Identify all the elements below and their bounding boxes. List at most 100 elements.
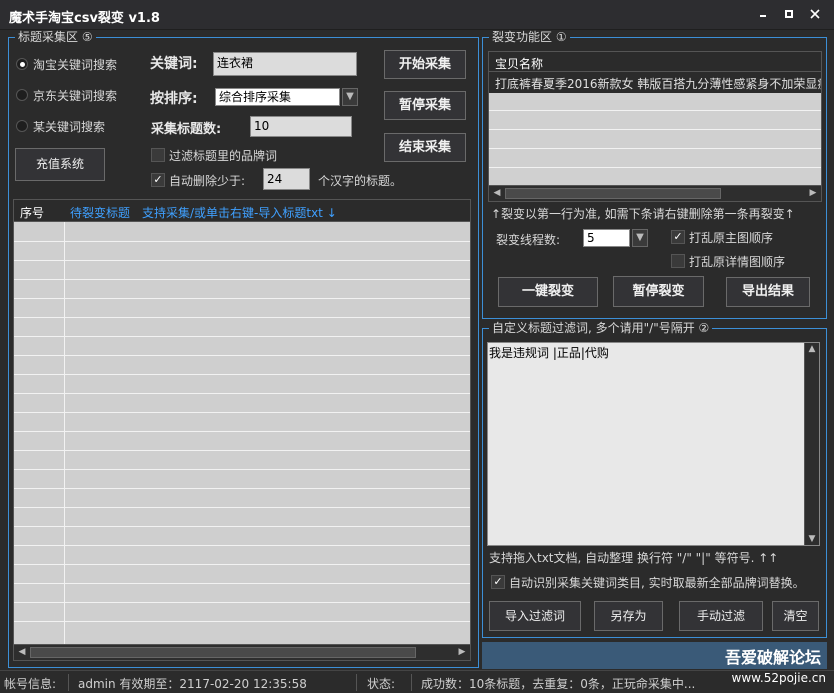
- stop-collect-button[interactable]: 结束采集: [384, 133, 466, 162]
- save-as-button[interactable]: 另存为: [594, 601, 663, 631]
- checkbox-label: 自动删除少于:: [169, 173, 246, 188]
- maximize-icon: [785, 10, 793, 18]
- watermark-main: 吾爱破解论坛: [724, 648, 821, 667]
- radio-label: 淘宝关键词搜索: [33, 57, 118, 72]
- table-row-separator: [14, 355, 470, 356]
- threads-dropdown-button[interactable]: ▼: [632, 229, 648, 247]
- checkbox-label: 过滤标题里的品牌词: [169, 148, 278, 163]
- radio-indicator: [16, 120, 28, 132]
- table-row-separator: [14, 526, 470, 527]
- table-row-separator: [14, 583, 470, 584]
- table-row-separator: [14, 279, 470, 280]
- pause-fission-button[interactable]: 暂停裂变: [613, 276, 704, 307]
- count-input[interactable]: 10: [250, 116, 352, 137]
- scroll-right-icon[interactable]: ▶: [806, 187, 820, 200]
- col-product-name-header: 宝贝名称: [495, 57, 544, 71]
- manual-filter-button[interactable]: 手动过滤: [679, 601, 763, 631]
- minimize-button[interactable]: [752, 5, 774, 25]
- keyword-label: 关键词:: [150, 56, 198, 72]
- table-row-separator: [14, 374, 470, 375]
- radio-label: 某关键词搜索: [33, 119, 106, 134]
- checkbox-box: [151, 148, 165, 162]
- vertical-scrollbar[interactable]: ▲ ▼: [804, 343, 819, 545]
- table-row[interactable]: 打底裤春夏季2016新款女 韩版百搭九分薄性感紧身不加荣显瘦: [489, 72, 821, 93]
- keyword-input[interactable]: 连衣裙: [213, 52, 357, 76]
- scroll-left-icon[interactable]: ◀: [490, 187, 504, 200]
- table-row-separator: [14, 393, 470, 394]
- checkbox-label: 自动识别采集关键词类目, 实时取最新全部品牌词替换。: [509, 575, 805, 590]
- col-title-header: 待裂变标题: [70, 206, 131, 220]
- sort-select[interactable]: 综合排序采集: [215, 88, 340, 106]
- maximize-button[interactable]: [778, 5, 800, 25]
- table-row-separator: [14, 602, 470, 603]
- auto-delete-input[interactable]: 24: [263, 168, 310, 190]
- filter-group-legend: 自定义标题过滤词, 多个请用"/"号隔开 ②: [489, 321, 713, 335]
- chevron-down-icon: ▼: [636, 232, 644, 243]
- start-collect-button[interactable]: 开始采集: [384, 50, 466, 79]
- table-row-separator: [14, 564, 470, 565]
- table-row-separator: [489, 148, 821, 149]
- product-table[interactable]: 宝贝名称 打底裤春夏季2016新款女 韩版百搭九分薄性感紧身不加荣显瘦 ◀ ▶: [488, 51, 822, 202]
- collect-group-legend: 标题采集区 ⑤: [15, 30, 96, 44]
- auto-delete-checkbox[interactable]: ✓ 自动删除少于:: [151, 171, 245, 189]
- scrollbar-thumb[interactable]: [505, 188, 721, 199]
- shuffle-main-checkbox[interactable]: ✓ 打乱原主图顺序: [671, 228, 773, 246]
- titles-table[interactable]: 序号 待裂变标题 支持采集/或单击右键-导入标题txt ↓ ◀ ▶: [13, 199, 471, 661]
- table-row-separator: [14, 621, 470, 622]
- table-row-separator: [489, 110, 821, 111]
- product-table-header: 宝贝名称: [489, 52, 821, 72]
- import-filter-button[interactable]: 导入过滤词: [489, 601, 581, 631]
- checkmark-icon: ✓: [491, 575, 505, 589]
- export-results-button[interactable]: 导出结果: [726, 277, 810, 307]
- shuffle-detail-checkbox[interactable]: 打乱原详情图顺序: [671, 252, 785, 270]
- checkmark-icon: ✓: [151, 173, 165, 187]
- table-row-separator: [14, 317, 470, 318]
- product-title-cell: 打底裤春夏季2016新款女 韩版百搭九分薄性感紧身不加荣显瘦: [495, 77, 822, 91]
- sort-dropdown-button[interactable]: ▼: [342, 88, 358, 106]
- filter-hint: 支持拖入txt文档, 自动整理 换行符 "/" "|" 等符号. ↑↑: [489, 551, 779, 565]
- radio-indicator: [16, 89, 28, 101]
- radio-indicator: [16, 58, 28, 70]
- divider: [411, 674, 412, 691]
- col-index-header: 序号: [20, 206, 45, 220]
- table-row-separator: [14, 260, 470, 261]
- auto-identify-checkbox[interactable]: ✓ 自动识别采集关键词类目, 实时取最新全部品牌词替换。: [491, 573, 805, 591]
- count-label: 采集标题数:: [151, 122, 222, 137]
- filter-brand-checkbox[interactable]: 过滤标题里的品牌词: [151, 146, 277, 164]
- scroll-up-icon[interactable]: ▲: [805, 344, 819, 354]
- table-row-separator: [489, 167, 821, 168]
- column-divider: [64, 222, 65, 644]
- minimize-icon: [760, 15, 766, 17]
- radio-taobao[interactable]: 淘宝关键词搜索: [16, 55, 117, 73]
- title-bar: 魔术手淘宝csv裂变 v1.8: [0, 0, 834, 30]
- radio-other[interactable]: 某关键词搜索: [16, 117, 105, 135]
- checkbox-label: 打乱原主图顺序: [689, 230, 774, 245]
- chevron-down-icon: ▼: [346, 91, 354, 102]
- horizontal-scrollbar[interactable]: ◀ ▶: [14, 644, 470, 660]
- pause-collect-button[interactable]: 暂停采集: [384, 91, 466, 120]
- table-header: 序号 待裂变标题 支持采集/或单击右键-导入标题txt ↓: [14, 200, 470, 222]
- checkmark-icon: ✓: [671, 230, 685, 244]
- state-value: 成功数：10条标题，去重复：0条，正玩命采集中...: [421, 677, 696, 691]
- state-label: 状态:: [367, 677, 396, 691]
- divider: [356, 674, 357, 691]
- watermark-url: www.52pojie.cn: [731, 671, 826, 685]
- horizontal-scrollbar[interactable]: ◀ ▶: [489, 185, 821, 201]
- recharge-button[interactable]: 充值系统: [15, 148, 105, 181]
- filter-words-textarea[interactable]: 我是违规词 |正品|代购 ▲ ▼: [487, 342, 820, 546]
- threads-select[interactable]: 5: [583, 229, 630, 247]
- radio-jd[interactable]: 京东关键词搜索: [16, 86, 117, 104]
- scroll-right-icon[interactable]: ▶: [455, 646, 469, 659]
- scroll-down-icon[interactable]: ▼: [805, 534, 819, 544]
- one-click-fission-button[interactable]: 一键裂变: [498, 277, 598, 307]
- fission-hint: ↑裂变以第一行为准, 如需下条请右键删除第一条再裂变↑: [491, 207, 795, 221]
- scroll-left-icon[interactable]: ◀: [15, 646, 29, 659]
- auto-delete-suffix: 个汉字的标题。: [318, 174, 403, 188]
- checkbox-label: 打乱原详情图顺序: [689, 254, 786, 269]
- radio-label: 京东关键词搜索: [33, 88, 118, 103]
- checkbox-box: [671, 254, 685, 268]
- close-button[interactable]: [804, 5, 826, 25]
- clear-button[interactable]: 清空: [772, 601, 819, 631]
- scrollbar-thumb[interactable]: [30, 647, 416, 658]
- filter-words-content: 我是违规词 |正品|代购: [489, 346, 609, 360]
